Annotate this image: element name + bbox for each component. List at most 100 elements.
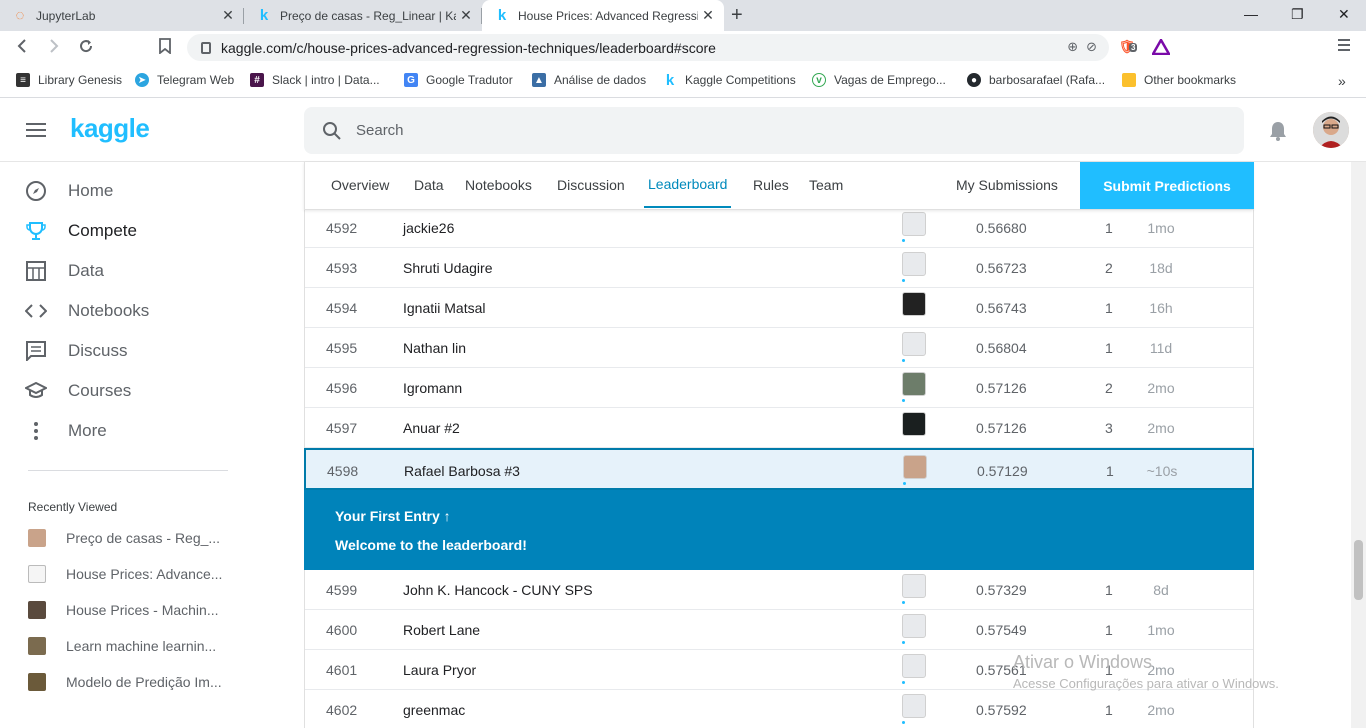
book-icon: ≡ [16,73,30,87]
tab-overview[interactable]: Overview [331,162,389,208]
reload-button[interactable] [78,38,94,59]
close-icon[interactable]: ✕ [218,7,238,24]
sidebar-item-discuss[interactable]: Discuss [24,336,128,366]
bookmark-analise-dados[interactable]: ▲ Análise de dados [532,73,646,87]
tier-dot [902,681,905,684]
recently-viewed-item[interactable]: Modelo de Predição Im... [28,672,222,692]
tier-dot [902,279,905,282]
more-bookmarks-icon[interactable]: » [1338,73,1346,89]
table-row[interactable]: 4592 jackie26 0.56680 1 1mo [305,208,1253,248]
compass-icon [24,179,48,203]
kaggle-logo[interactable]: kaggle [70,113,150,144]
notification-bell-icon[interactable] [1266,119,1290,143]
jupyter-icon: ◌ [15,7,25,24]
tab-notebooks[interactable]: Notebooks [465,162,532,208]
sidebar-item-more[interactable]: More [24,416,107,446]
url-input[interactable]: kaggle.com/c/house-prices-advanced-regre… [187,34,1109,61]
avatar[interactable] [902,614,926,638]
avatar[interactable] [902,694,926,718]
bookmark-slack[interactable]: # Slack | intro | Data... [250,73,380,87]
sidebar-item-home[interactable]: Home [24,176,113,206]
brave-rewards-icon[interactable] [1150,36,1172,58]
restore-button[interactable]: ❐ [1291,6,1304,23]
tab-leaderboard[interactable]: Leaderboard [644,162,732,208]
brave-shield-icon[interactable]: 🛡 3 [1117,36,1139,58]
bookmark-github[interactable]: ● barbosarafael (Rafa... [967,73,1105,87]
trophy-icon [24,219,48,243]
avatar[interactable] [902,654,926,678]
image-placeholder-icon [28,565,46,583]
forward-button[interactable] [47,38,61,59]
table-row[interactable]: 4599 John K. Hancock - CUNY SPS 0.57329 … [305,570,1253,610]
page-scrollbar[interactable] [1351,162,1366,728]
bookmark-other[interactable]: Other bookmarks [1122,73,1236,87]
google-translate-icon: G [404,73,418,87]
browser-tab-preco-casas[interactable]: k Preço de casas - Reg_Linear | Kagg ✕ [244,0,482,31]
bookmark-vagas-emprego[interactable]: v Vagas de Emprego... [812,73,946,87]
competition-tabs: Overview Data Notebooks Discussion Leade… [304,162,1254,210]
bookmark-library-genesis[interactable]: ≡ Library Genesis [16,73,122,87]
telegram-icon: ➤ [135,73,149,87]
table-row[interactable]: 4594 Ignatii Matsal 0.56743 1 16h [305,288,1253,328]
kaggle-k-icon: k [665,71,675,89]
share-icon[interactable]: ⊘ [1086,39,1097,55]
avatar[interactable] [902,412,926,436]
tab-team[interactable]: Team [809,162,843,208]
sidebar-item-courses[interactable]: Courses [24,376,131,406]
sidebar-item-notebooks[interactable]: Notebooks [24,296,149,326]
minimize-button[interactable]: — [1244,6,1258,22]
table-row[interactable]: 4602 greenmac 0.57592 1 2mo [305,690,1253,728]
bookmark-icon [159,38,171,55]
close-icon[interactable]: ✕ [456,7,476,24]
menu-icon[interactable] [1338,38,1350,57]
bookmark-kaggle-competitions[interactable]: k Kaggle Competitions [663,71,796,89]
recently-viewed-item[interactable]: Preço de casas - Reg_... [28,528,220,548]
avatar[interactable] [902,574,926,598]
user-avatar[interactable] [1313,112,1349,148]
sidebar-item-data[interactable]: Data [24,256,104,286]
back-button[interactable] [15,38,29,59]
table-row[interactable]: 4600 Robert Lane 0.57549 1 1mo [305,610,1253,650]
sidebar-item-compete[interactable]: Compete [24,216,137,246]
recently-viewed-item[interactable]: House Prices: Advance... [28,564,222,584]
avatar [28,529,46,547]
close-window-button[interactable]: ✕ [1338,6,1350,23]
avatar[interactable] [902,332,926,356]
search-input[interactable]: Search [304,107,1244,154]
table-row[interactable]: 4595 Nathan lin 0.56804 1 11d [305,328,1253,368]
browser-tab-house-prices[interactable]: k House Prices: Advanced Regressio ✕ [482,0,724,31]
check-circle-icon: v [812,73,826,87]
avatar[interactable] [902,292,926,316]
scrollbar-thumb[interactable] [1354,540,1363,600]
recently-viewed-item[interactable]: Learn machine learnin... [28,636,216,656]
table-row[interactable]: 4596 Igromann 0.57126 2 2mo [305,368,1253,408]
tab-data[interactable]: Data [414,162,444,208]
kaggle-k-icon: k [259,7,269,24]
tier-dot [902,721,905,724]
tier-dot [902,239,905,242]
browser-tab-jupyterlab[interactable]: ◌ JupyterLab ✕ [0,0,244,31]
new-tab-button[interactable]: + [731,4,743,27]
bookmark-button[interactable] [159,38,171,59]
bookmark-telegram-web[interactable]: ➤ Telegram Web [135,73,234,87]
avatar[interactable] [902,252,926,276]
tier-dot [902,641,905,644]
table-row[interactable]: 4597 Anuar #2 0.57126 3 2mo [305,408,1253,448]
close-icon[interactable]: ✕ [698,7,718,24]
table-row[interactable]: 4593 Shruti Udagire 0.56723 2 18d [305,248,1253,288]
avatar [28,637,46,655]
avatar[interactable] [902,372,926,396]
hamburger-menu-icon[interactable] [26,123,46,137]
avatar[interactable] [903,455,927,479]
tab-rules[interactable]: Rules [753,162,789,208]
search-icon [323,121,341,140]
tab-discussion[interactable]: Discussion [557,162,625,208]
forward-arrow-icon [50,39,59,53]
recently-viewed-item[interactable]: House Prices - Machin... [28,600,219,620]
add-icon[interactable]: ⊕ [1067,39,1078,55]
avatar[interactable] [902,212,926,236]
my-submissions-link[interactable]: My Submissions [956,162,1058,208]
bookmark-google-tradutor[interactable]: G Google Tradutor [404,73,513,87]
my-entry-row[interactable]: 4598 Rafael Barbosa #3 0.57129 1 ~10s [304,448,1254,490]
submit-predictions-button[interactable]: Submit Predictions [1080,162,1254,209]
